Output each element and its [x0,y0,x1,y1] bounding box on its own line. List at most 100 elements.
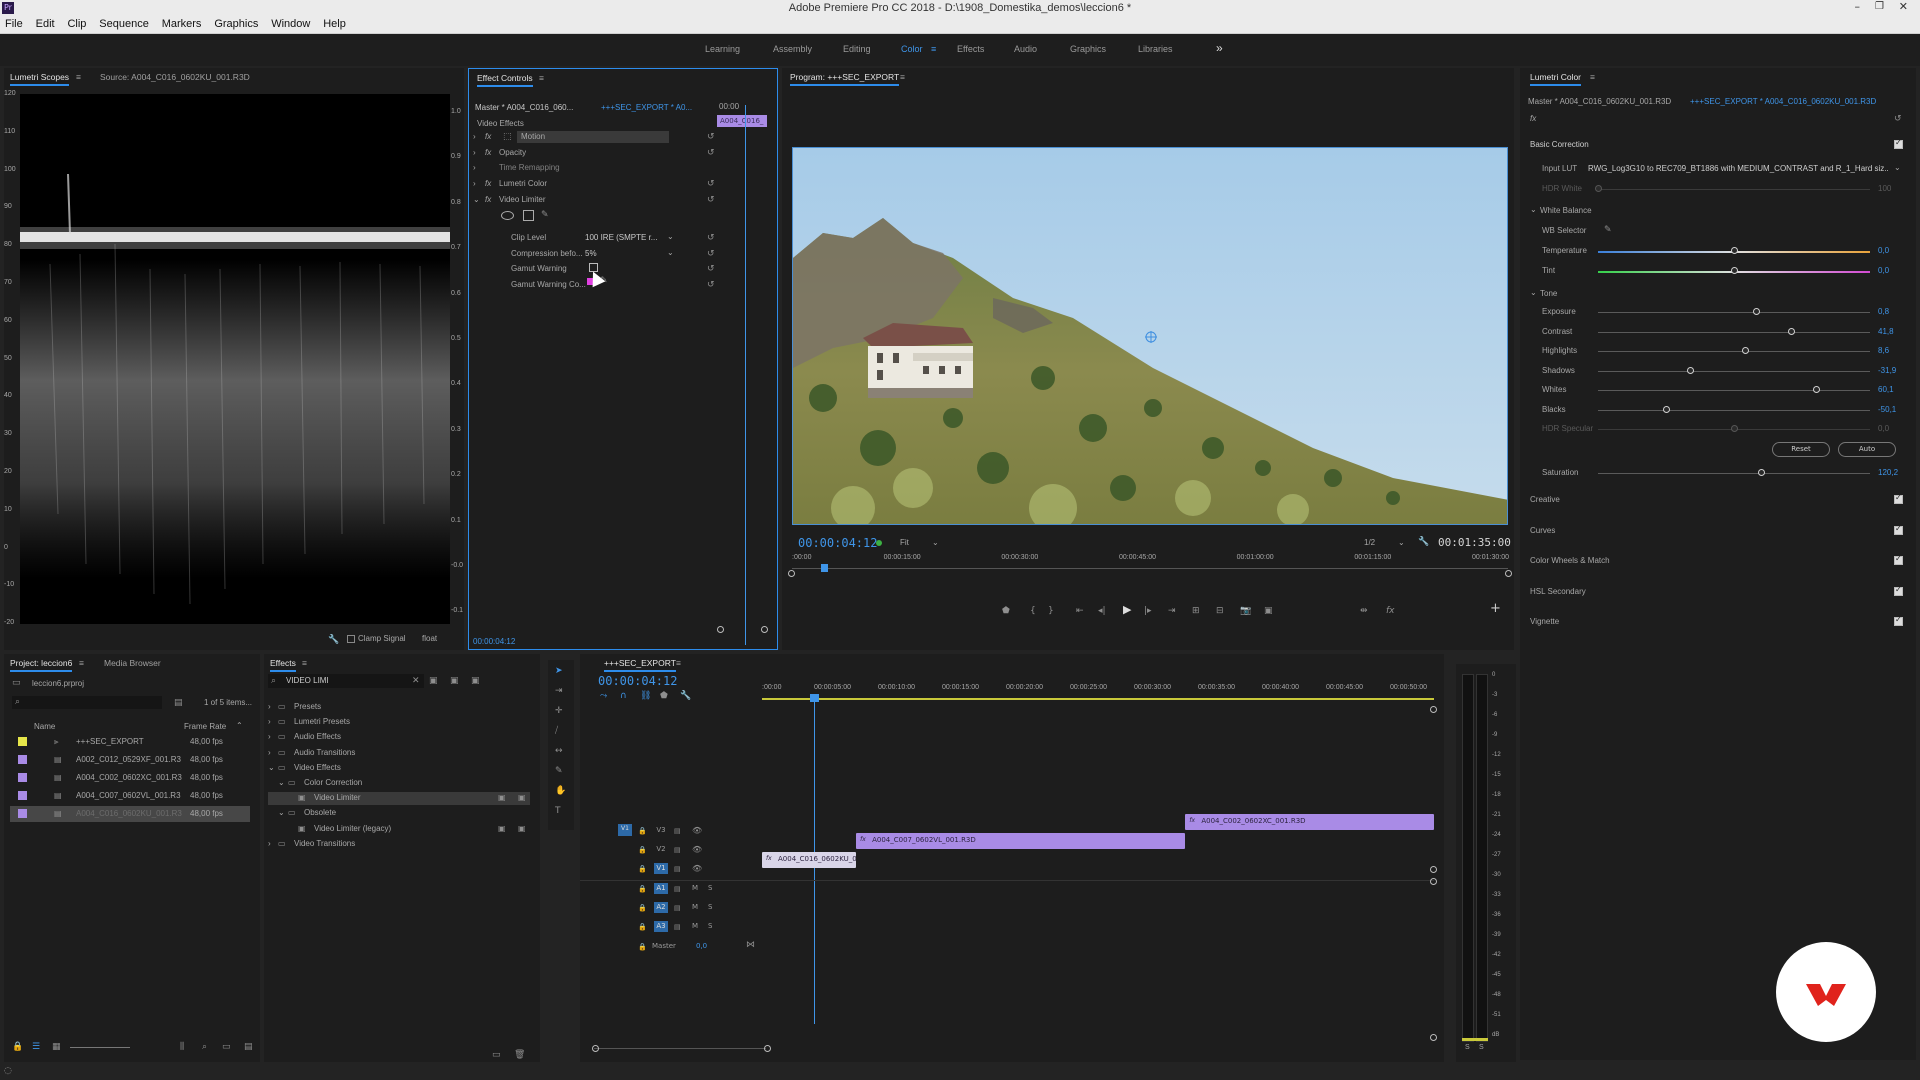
fit-dropdown[interactable]: Fit [900,538,909,547]
lumetri-section-heading[interactable]: Color Wheels & Match [1530,556,1610,565]
workspace-learning[interactable]: Learning [705,44,740,54]
zoom-slider[interactable] [70,1047,130,1048]
tab-lumetri-scopes[interactable]: Lumetri Scopes [10,72,70,86]
ec-reset-icon[interactable]: ↺ [707,179,715,189]
accelerated-effects-icon[interactable]: ▣ [429,676,438,686]
tree-chevron-icon[interactable]: › [268,748,271,757]
timeline-vscroll-knob-mid2[interactable] [1430,878,1437,885]
new-custom-bin-icon[interactable]: ▭ [492,1050,501,1060]
lumetri-section-heading[interactable]: Curves [1530,526,1555,535]
ec-effect-row[interactable]: › fx Opacity ↺ [473,147,773,160]
tone-slider-knob[interactable] [1687,366,1695,374]
program-playhead[interactable] [820,564,828,572]
track-label[interactable]: A3 [654,921,668,932]
menu-graphics[interactable]: Graphics [209,16,263,32]
ec-param-chevron-icon[interactable]: ⌄ [667,232,674,241]
ec-reset-icon[interactable]: ↺ [707,195,715,205]
track-target-icon[interactable] [618,920,632,932]
project-search-input[interactable]: ⌕ [12,696,162,709]
menu-help[interactable]: Help [318,16,351,32]
ripple-edit-tool-icon[interactable]: ✛ [555,706,563,716]
effects-search-input[interactable]: ⌕ VIDEO LIMI ✕ [268,674,424,688]
ec-effect-row[interactable]: › fx Lumetri Color ↺ [473,178,773,191]
ec-expand-chevron-icon[interactable]: › [473,132,476,141]
tint-value[interactable]: 0,0 [1878,266,1889,275]
clear-search-icon[interactable]: ✕ [412,676,420,686]
track-label[interactable]: V3 [654,825,668,836]
program-timecode[interactable]: 00:00:04:12 [798,536,877,550]
insert-overwrite-icon[interactable]: ⇹ [1360,606,1368,616]
track-target-icon[interactable] [618,862,632,874]
tone-slider-knob[interactable] [1663,405,1670,413]
motion-transform-icon[interactable]: ⬚ [503,132,512,142]
panel-menu-icon[interactable]: ≡ [302,658,307,668]
wrench-icon[interactable]: 🔧 [328,635,339,645]
sync-lock-icon[interactable]: ▤ [674,864,681,874]
master-clip-label[interactable]: Master * A004_C016_060... [475,103,573,112]
minimize-icon[interactable]: – [1855,0,1861,13]
track-target-icon[interactable]: V1 [618,824,632,836]
tree-chevron-icon[interactable]: ⌄ [268,763,275,772]
workspace-audio[interactable]: Audio [1014,44,1037,54]
snap-icon[interactable]: ∩ [620,691,627,701]
auto-button[interactable]: Auto [1838,442,1896,457]
effects-tree-row[interactable]: ⌄ ▭ Color Correction [268,777,530,790]
basic-correction-checkbox[interactable] [1894,138,1903,149]
tone-slider-knob[interactable] [1788,327,1796,335]
lumetri-section-heading[interactable]: HSL Secondary [1530,587,1586,596]
go-to-out-icon[interactable]: ⇥ [1168,606,1176,616]
slip-tool-icon[interactable]: ↔ [555,746,563,756]
tone-slider-knob[interactable] [1741,347,1749,354]
tone-heading[interactable]: Tone [1540,289,1557,298]
track-label[interactable]: V2 [654,844,668,855]
workspace-assembly[interactable]: Assembly [773,44,812,54]
solo-button[interactable]: S [708,884,712,892]
program-zoom-knob-left[interactable] [788,570,795,577]
add-marker-icon[interactable]: ⬟ [660,691,668,701]
input-lut-chevron-icon[interactable]: ⌄ [1894,163,1901,172]
label-color-swatch[interactable] [18,755,27,764]
fx-badge-icon[interactable]: fx [485,148,491,157]
ec-expand-chevron-icon[interactable]: › [473,163,476,172]
effects-tree-row[interactable]: › ▭ Audio Effects [268,731,530,744]
timeline-clip[interactable]: fx A004_C007_0602VL_001.R3D [856,833,1186,849]
lumetri-section-checkbox[interactable] [1894,585,1903,596]
ec-reset-icon[interactable]: ↺ [707,148,715,158]
ec-reset-icon[interactable]: ↺ [707,264,715,274]
step-back-icon[interactable]: ◂| [1098,606,1106,616]
ec-effect-row[interactable]: › fx ⬚ Motion ↺ [473,131,773,144]
project-item-row[interactable]: ▤ A002_C012_0529XF_001.R3 48,00 fps [10,752,250,768]
resolution-dropdown[interactable]: 1/2 [1364,538,1375,547]
resolution-chevron-icon[interactable]: ⌄ [1398,538,1405,547]
restore-icon[interactable]: ❐ [1875,1,1884,12]
hand-tool-icon[interactable]: ✋ [555,786,566,796]
project-item-row[interactable]: ▤ A004_C002_0602XC_001.R3 48,00 fps [10,770,250,786]
timeline-vscroll-knob-bottom[interactable] [1430,1034,1437,1041]
sync-lock-icon[interactable]: ▤ [674,845,681,855]
timeline-clip[interactable]: fx A004_C002_0602XC_001.R3D [1185,814,1434,830]
tone-slider-value[interactable]: 60,1 [1878,385,1894,394]
tab-sequence[interactable]: +++SEC_EXPORT [604,658,676,672]
tree-chevron-icon[interactable]: ⌄ [278,808,285,817]
panel-menu-icon[interactable]: ≡ [539,73,544,83]
panel-menu-icon[interactable]: ≡ [79,658,84,668]
ec-param-chevron-icon[interactable]: ⌄ [667,248,674,257]
panel-menu-icon[interactable]: ≡ [1590,72,1595,82]
tab-lumetri-color[interactable]: Lumetri Color [1530,72,1582,86]
mask-rect-icon[interactable] [523,210,534,221]
tab-program[interactable]: Program: +++SEC_EXPORT [790,72,900,86]
lumetri-section-checkbox[interactable] [1894,554,1903,566]
ec-reset-icon[interactable]: ↺ [707,249,715,259]
export-frame-icon[interactable]: 📷 [1240,606,1251,616]
mask-pen-icon[interactable]: ✎ [541,210,549,220]
timeline-settings-icon[interactable]: 🔧 [680,691,691,701]
meter-solo-left[interactable]: S [1465,1044,1470,1051]
tab-project[interactable]: Project: leccion6 [10,658,73,672]
mask-ellipse-icon[interactable] [501,211,514,220]
timeline-playhead-handle[interactable] [810,694,819,702]
track-lock-icon[interactable]: 🔒 [638,903,647,913]
ec-reset-icon[interactable]: ↺ [707,132,715,142]
tone-slider-value[interactable]: 0,8 [1878,307,1889,316]
selection-tool-icon[interactable]: ➤ [555,666,563,676]
tab-media-browser[interactable]: Media Browser [104,658,161,668]
